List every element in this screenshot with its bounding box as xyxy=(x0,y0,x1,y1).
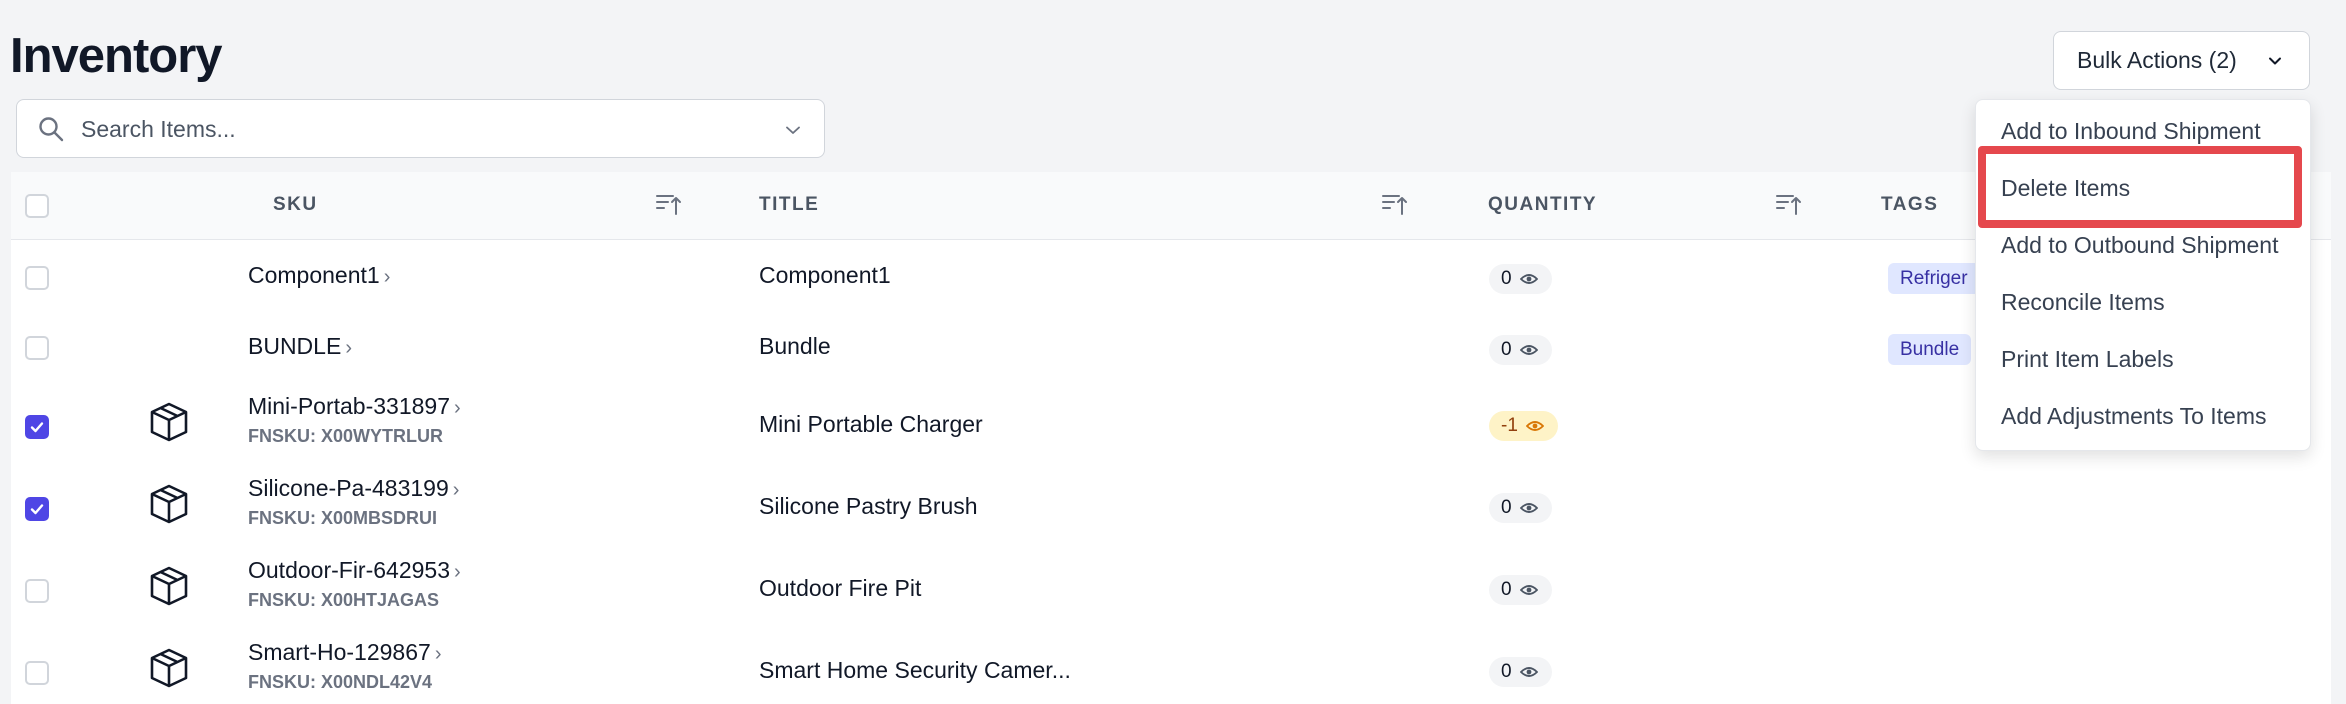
chevron-right-icon: › xyxy=(345,337,352,359)
item-title: Component1 xyxy=(759,262,891,288)
quantity-value: 0 xyxy=(1501,579,1512,600)
column-header-quantity[interactable]: QUANTITY xyxy=(1488,194,1597,216)
item-title: Silicone Pastry Brush xyxy=(759,493,978,519)
checkmark-icon xyxy=(30,422,44,433)
item-title: Bundle xyxy=(759,333,831,359)
bulk-actions-label: Bulk Actions (2) xyxy=(2077,47,2237,73)
menu-item-reconcile[interactable]: Reconcile Items xyxy=(2001,289,2165,316)
row-checkbox[interactable] xyxy=(25,266,49,290)
checkmark-icon xyxy=(30,504,44,515)
chevron-right-icon: › xyxy=(454,397,461,419)
quantity-value: 0 xyxy=(1501,497,1512,518)
quantity-badge[interactable]: -1 xyxy=(1489,411,1558,441)
sku-text: Component1 xyxy=(248,262,380,288)
table-row[interactable]: Outdoor-Fir-642953 › FNSKU: X00HTJAGAS Ou… xyxy=(11,545,2331,627)
eye-icon xyxy=(1519,503,1538,513)
quantity-value: 0 xyxy=(1501,661,1512,682)
eye-icon xyxy=(1519,345,1538,355)
box-icon xyxy=(150,648,188,688)
menu-item-add-outbound[interactable]: Add to Outbound Shipment xyxy=(2001,232,2278,259)
sku-text: Outdoor-Fir-642953 xyxy=(248,557,450,583)
select-all-checkbox[interactable] xyxy=(25,194,49,218)
column-header-title[interactable]: TITLE xyxy=(759,194,819,216)
fnsku-label: FNSKU: X00HTJAGAS xyxy=(248,590,440,610)
table-row[interactable]: Smart-Ho-129867 › FNSKU: X00NDL42V4 Smart… xyxy=(11,627,2331,704)
sku-text: Mini-Portab-331897 xyxy=(248,393,451,419)
quantity-value: -1 xyxy=(1501,415,1518,436)
quantity-value: 0 xyxy=(1501,339,1512,360)
sku-text: Smart-Ho-129867 xyxy=(248,639,431,665)
search-icon xyxy=(39,117,64,142)
eye-icon xyxy=(1519,585,1538,595)
sku-link[interactable]: Component1 › xyxy=(248,262,390,289)
column-header-tags[interactable]: TAGS xyxy=(1881,194,1938,216)
sort-icon[interactable] xyxy=(1380,190,1408,218)
tag-badge: Bundle xyxy=(1888,334,1972,365)
box-icon xyxy=(150,402,188,442)
row-checkbox[interactable] xyxy=(25,579,49,603)
sku-link[interactable]: Outdoor-Fir-642953 › xyxy=(248,557,461,584)
quantity-badge[interactable]: 0 xyxy=(1489,493,1552,523)
eye-icon xyxy=(1525,421,1544,431)
quantity-badge[interactable]: 0 xyxy=(1489,335,1552,365)
quantity-badge[interactable]: 0 xyxy=(1489,657,1552,687)
row-checkbox[interactable] xyxy=(25,497,49,521)
row-checkbox[interactable] xyxy=(25,336,49,360)
item-title: Mini Portable Charger xyxy=(759,411,983,437)
chevron-right-icon: › xyxy=(383,266,391,288)
tag-badge: Refriger xyxy=(1888,263,1980,294)
chevron-right-icon: › xyxy=(454,561,461,583)
sku-link[interactable]: BUNDLE › xyxy=(248,333,352,360)
box-icon xyxy=(150,484,188,524)
menu-item-add-adjustments[interactable]: Add Adjustments To Items xyxy=(2001,403,2267,430)
quantity-value: 0 xyxy=(1501,268,1512,289)
sku-link[interactable]: Mini-Portab-331897 › xyxy=(248,393,461,420)
quantity-badge[interactable]: 0 xyxy=(1489,575,1552,605)
sku-link[interactable]: Silicone-Pa-483199 › xyxy=(248,475,459,502)
chevron-down-icon[interactable] xyxy=(784,121,802,139)
item-title: Smart Home Security Camer... xyxy=(759,657,1071,683)
quantity-badge[interactable]: 0 xyxy=(1489,264,1552,294)
highlight-box xyxy=(1978,146,2302,228)
sort-icon[interactable] xyxy=(1774,190,1802,218)
chevron-down-icon xyxy=(2269,57,2281,65)
chevron-right-icon: › xyxy=(452,479,460,501)
search-bar[interactable]: Search Items... xyxy=(16,99,825,158)
fnsku-label: FNSKU: X00NDL42V4 xyxy=(248,672,433,692)
fnsku-label: FNSKU: X00MBSDRUI xyxy=(248,508,438,528)
sku-link[interactable]: Smart-Ho-129867 › xyxy=(248,639,441,666)
chevron-right-icon: › xyxy=(434,643,442,665)
box-icon xyxy=(150,566,188,606)
item-title: Outdoor Fire Pit xyxy=(759,575,922,601)
column-header-sku[interactable]: SKU xyxy=(273,194,318,216)
sku-text: BUNDLE xyxy=(248,333,342,359)
menu-item-print-labels[interactable]: Print Item Labels xyxy=(2001,346,2174,373)
eye-icon xyxy=(1519,274,1538,284)
sku-text: Silicone-Pa-483199 xyxy=(248,475,449,501)
menu-item-add-inbound[interactable]: Add to Inbound Shipment xyxy=(2001,118,2261,145)
page-title: Inventory xyxy=(10,29,223,83)
row-checkbox[interactable] xyxy=(25,661,49,685)
row-checkbox[interactable] xyxy=(25,415,49,439)
sort-icon[interactable] xyxy=(654,190,682,218)
bulk-actions-button[interactable]: Bulk Actions (2) xyxy=(2053,31,2310,90)
eye-icon xyxy=(1519,667,1538,677)
fnsku-label: FNSKU: X00WYTRLUR xyxy=(248,426,444,446)
search-input[interactable]: Search Items... xyxy=(81,116,236,143)
table-row[interactable]: Silicone-Pa-483199 › FNSKU: X00MBSDRUI Si… xyxy=(11,463,2331,545)
